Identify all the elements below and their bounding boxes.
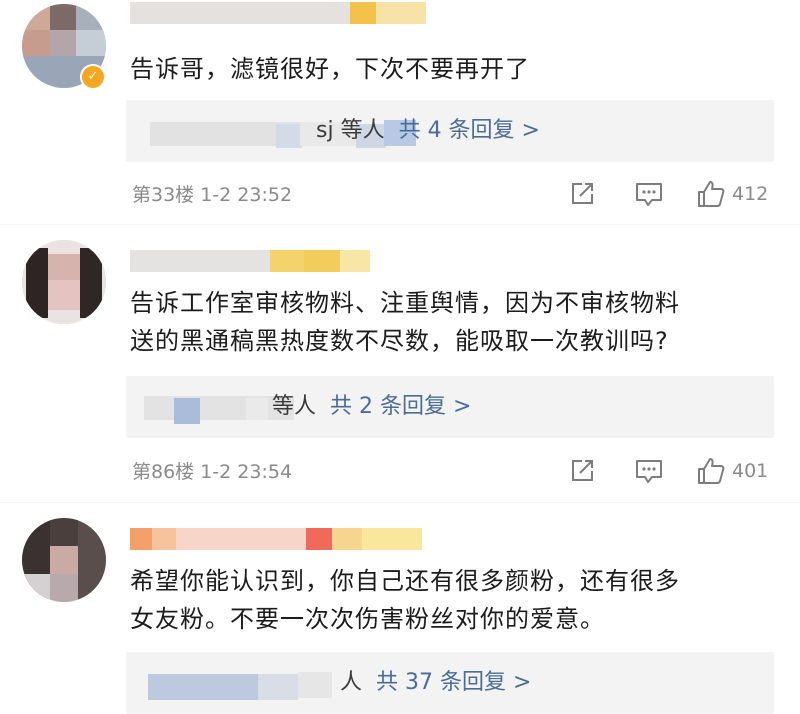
reply-preview[interactable]: 人共 37 条回复 > bbox=[126, 652, 774, 714]
comment-text: 告诉工作室审核物料、注重舆情，因为不审核物料 送的黑通稿黑热度数不尽数，能吸取一… bbox=[130, 284, 770, 360]
comment-text: 希望你能认识到，你自己还有很多颜粉，还有很多 女友粉。不要一次次伤害粉丝对你的爱… bbox=[130, 562, 770, 638]
comment-text: 告诉哥，滤镜很好，下次不要再开了 bbox=[130, 55, 530, 83]
like-button[interactable]: 412 bbox=[696, 178, 768, 210]
comment-text-line: 希望你能认识到，你自己还有很多颜粉，还有很多 bbox=[130, 567, 680, 595]
divider bbox=[0, 502, 800, 503]
thumbs-up-icon bbox=[698, 458, 725, 484]
comment-meta-row: 第33楼 1-2 23:52 412 bbox=[130, 178, 774, 210]
comment-text-line: 告诉工作室审核物料、注重舆情，因为不审核物料 bbox=[130, 289, 680, 317]
thumbs-up-icon bbox=[698, 181, 725, 207]
verified-badge-icon: ✓ bbox=[80, 64, 106, 90]
reply-users-text: 等人 bbox=[272, 394, 317, 419]
avatar[interactable] bbox=[22, 240, 106, 324]
username-redacted[interactable] bbox=[130, 250, 430, 276]
like-count: 412 bbox=[732, 183, 769, 205]
floor-timestamp: 第33楼 1-2 23:52 bbox=[132, 184, 293, 206]
like-button[interactable]: 401 bbox=[696, 455, 768, 487]
comment-meta-row: 第86楼 1-2 23:54 401 bbox=[130, 455, 774, 487]
floor-timestamp: 第86楼 1-2 23:54 bbox=[132, 461, 293, 483]
comment-text-line: 女友粉。不要一次次伤害粉丝对你的爱意。 bbox=[130, 605, 605, 633]
share-icon bbox=[572, 460, 593, 481]
comment-button[interactable] bbox=[634, 178, 664, 210]
reply-users-text: 人 bbox=[340, 670, 363, 695]
share-icon bbox=[572, 183, 593, 204]
divider bbox=[0, 224, 800, 225]
comment-button[interactable] bbox=[634, 455, 664, 487]
reply-users-text: sj 等人 bbox=[316, 118, 385, 143]
view-replies-link[interactable]: 共 37 条回复 > bbox=[376, 670, 531, 695]
avatar[interactable] bbox=[22, 518, 106, 602]
comment-icon bbox=[636, 460, 662, 483]
comment-text-line: 送的黑通稿黑热度数不尽数，能吸取一次教训吗? bbox=[130, 327, 669, 355]
reply-preview[interactable]: 等人共 2 条回复 > bbox=[126, 376, 774, 438]
view-replies-link[interactable]: 共 4 条回复 > bbox=[399, 118, 540, 143]
share-button[interactable] bbox=[568, 455, 596, 487]
username-redacted[interactable] bbox=[130, 528, 430, 554]
username-redacted[interactable] bbox=[130, 2, 430, 28]
view-replies-link[interactable]: 共 2 条回复 > bbox=[330, 394, 471, 419]
like-count: 401 bbox=[732, 460, 769, 482]
comment-icon bbox=[636, 183, 662, 206]
reply-preview[interactable]: sj 等人共 4 条回复 > bbox=[126, 100, 774, 162]
share-button[interactable] bbox=[568, 178, 596, 210]
